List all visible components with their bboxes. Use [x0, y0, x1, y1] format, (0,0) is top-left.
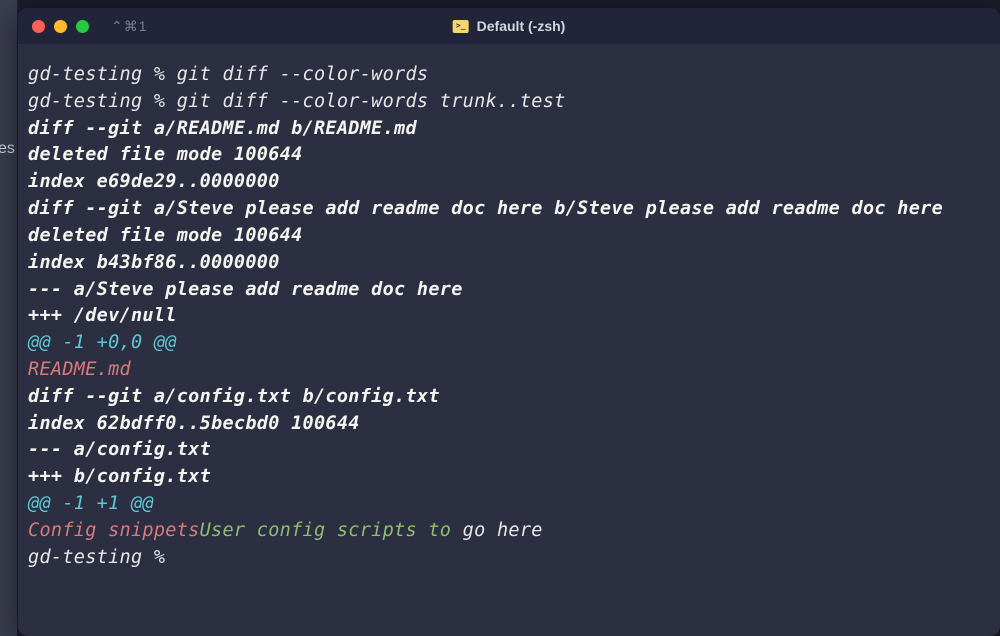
terminal-segment: index b43bf86..0000000: [28, 252, 280, 273]
terminal-segment: +++ /dev/null: [28, 305, 177, 326]
terminal-body[interactable]: gd-testing % git diff --color-wordsgd-te…: [18, 44, 1000, 589]
terminal-segment: diff --git a/Steve please add readme doc…: [28, 198, 943, 219]
terminal-segment: gd-testing %: [28, 91, 177, 112]
traffic-lights: [32, 20, 89, 33]
maximize-button[interactable]: [76, 20, 89, 33]
terminal-line: Config snippetsUser config scripts to go…: [28, 518, 990, 545]
terminal-window[interactable]: ⌃⌘1 Default (-zsh) gd-testing % git diff…: [18, 8, 1000, 636]
terminal-segment: diff --git a/config.txt b/config.txt: [28, 386, 440, 407]
minimize-button[interactable]: [54, 20, 67, 33]
terminal-segment: git diff --color-words: [177, 64, 429, 85]
close-button[interactable]: [32, 20, 45, 33]
terminal-segment: diff --git a/README.md b/README.md: [28, 118, 417, 139]
terminal-line: index e69de29..0000000: [28, 169, 990, 196]
terminal-segment: index e69de29..0000000: [28, 171, 280, 192]
terminal-line: diff --git a/README.md b/README.md: [28, 116, 990, 143]
terminal-segment: @@ -1 +0,0 @@: [28, 332, 177, 353]
terminal-line: deleted file mode 100644: [28, 142, 990, 169]
terminal-line: diff --git a/config.txt b/config.txt: [28, 384, 990, 411]
terminal-line: @@ -1 +0,0 @@: [28, 330, 990, 357]
terminal-line: +++ b/config.txt: [28, 464, 990, 491]
terminal-segment: deleted file mode 100644: [28, 225, 303, 246]
titlebar[interactable]: ⌃⌘1 Default (-zsh): [18, 8, 1000, 44]
terminal-line: README.md: [28, 357, 990, 384]
terminal-icon: [453, 20, 469, 33]
terminal-line: gd-testing % git diff --color-words: [28, 62, 990, 89]
terminal-segment: --- a/Steve please add readme doc here: [28, 279, 463, 300]
terminal-line: gd-testing %: [28, 545, 990, 572]
terminal-segment: +++ b/config.txt: [28, 466, 211, 487]
terminal-line: --- a/Steve please add readme doc here: [28, 277, 990, 304]
terminal-segment: index 62bdff0..5becbd0 100644: [28, 413, 360, 434]
terminal-segment: go here: [451, 520, 543, 541]
terminal-segment: gd-testing %: [28, 547, 177, 568]
terminal-segment: --- a/config.txt: [28, 439, 211, 460]
terminal-line: diff --git a/Steve please add readme doc…: [28, 196, 990, 223]
background-partial-text: es: [0, 140, 15, 158]
terminal-line: --- a/config.txt: [28, 437, 990, 464]
terminal-segment: Config snippets: [28, 520, 200, 541]
window-title: Default (-zsh): [453, 18, 566, 34]
terminal-line: index b43bf86..0000000: [28, 250, 990, 277]
terminal-line: index 62bdff0..5becbd0 100644: [28, 411, 990, 438]
background-window-edge: es: [0, 0, 18, 636]
terminal-segment: deleted file mode 100644: [28, 144, 303, 165]
terminal-segment: git diff --color-words trunk..test: [177, 91, 566, 112]
terminal-segment: README.md: [28, 359, 131, 380]
shortcut-label: ⌃⌘1: [111, 18, 148, 35]
terminal-segment: User config scripts to: [200, 520, 452, 541]
terminal-segment: gd-testing %: [28, 64, 177, 85]
terminal-line: +++ /dev/null: [28, 303, 990, 330]
terminal-segment: @@ -1 +1 @@: [28, 493, 154, 514]
terminal-line: deleted file mode 100644: [28, 223, 990, 250]
window-title-text: Default (-zsh): [477, 18, 566, 34]
terminal-line: gd-testing % git diff --color-words trun…: [28, 89, 990, 116]
terminal-line: @@ -1 +1 @@: [28, 491, 990, 518]
